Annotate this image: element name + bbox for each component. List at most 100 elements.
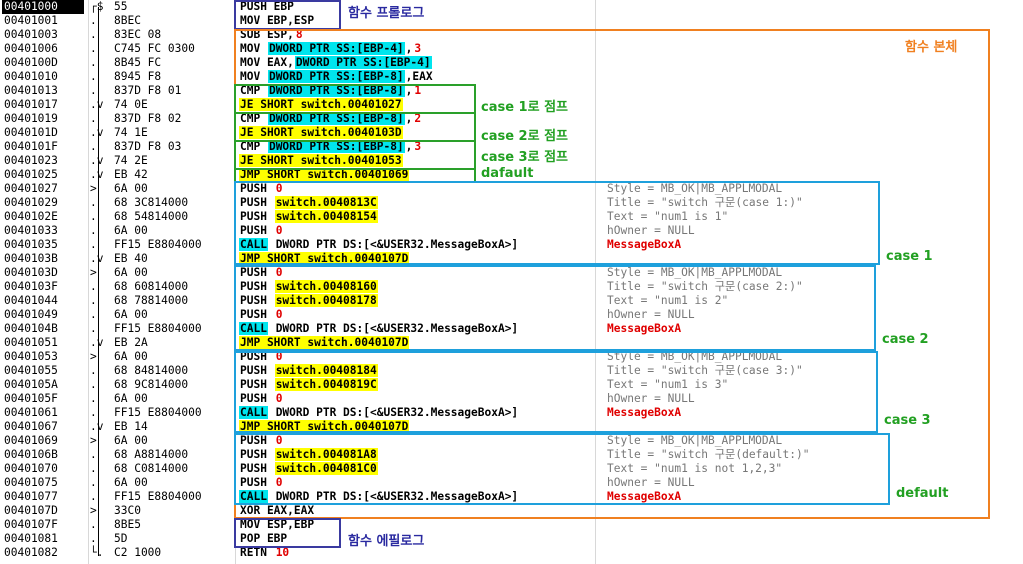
address-cell: 00401044 xyxy=(4,294,58,307)
flow-marker: . xyxy=(90,196,97,209)
address-cell: 00401055 xyxy=(4,364,58,377)
jump-case2-label: case 2로 점프 xyxy=(481,129,569,144)
address-cell: 0040103D xyxy=(4,266,58,279)
disasm-row[interactable]: 00401081. 5D POP EBP xyxy=(0,532,1023,546)
address-cell: 00401070 xyxy=(4,462,58,475)
flow-marker: . xyxy=(90,210,97,223)
hex-dump-cell: FF15 E8804000 xyxy=(114,238,202,251)
address-cell: 00401023 xyxy=(4,154,58,167)
hex-dump-cell: EB 2A xyxy=(114,336,148,349)
flow-marker: . xyxy=(90,28,97,41)
hex-dump-cell: 6A 00 xyxy=(114,392,148,405)
address-cell: 00401081 xyxy=(4,532,58,545)
address-cell: 0040101D xyxy=(4,126,58,139)
jump-case3-label: case 3로 점프 xyxy=(481,150,569,165)
address-cell: 0040100D xyxy=(4,56,58,69)
flow-marker: . xyxy=(90,322,97,335)
hex-dump-cell: 6A 00 xyxy=(114,434,148,447)
hex-dump-cell: 8BE5 xyxy=(114,518,141,531)
flow-marker: ┌$ xyxy=(90,0,104,13)
address-cell: 00401003 xyxy=(4,28,58,41)
disasm-row[interactable]: 00401082 └. C2 1000 RETN 10 xyxy=(0,546,1023,560)
flow-marker: .v xyxy=(90,336,104,349)
hex-dump-cell: 74 1E xyxy=(114,126,148,139)
disasm-row[interactable]: 0040107F. 8BE5 MOV ESP,EBP xyxy=(0,518,1023,532)
flow-marker: . xyxy=(90,364,97,377)
flow-marker: . xyxy=(90,532,97,545)
hex-dump-cell: 8BEC xyxy=(114,14,141,27)
case2-box xyxy=(234,265,876,351)
address-cell: 0040105F xyxy=(4,392,58,405)
address-cell: 00401006 xyxy=(4,42,58,55)
flow-marker: > xyxy=(90,350,97,363)
jump-case2-box xyxy=(234,112,476,142)
hex-dump-cell: 6A 00 xyxy=(114,182,148,195)
jump-default-label: dafault xyxy=(481,166,534,181)
hex-dump-cell: 74 2E xyxy=(114,154,148,167)
flow-marker: . xyxy=(90,294,97,307)
address-cell: 00401027 xyxy=(4,182,58,195)
flow-marker: . xyxy=(90,280,97,293)
flow-marker: └. xyxy=(90,546,104,559)
flow-marker: . xyxy=(90,224,97,237)
case1-label: case 1 xyxy=(886,249,933,264)
address-cell: 00401075 xyxy=(4,476,58,489)
flow-marker: . xyxy=(90,238,97,251)
hex-dump-cell: 6A 00 xyxy=(114,224,148,237)
address-cell: 00401035 xyxy=(4,238,58,251)
flow-marker: . xyxy=(90,14,97,27)
flow-marker: . xyxy=(90,56,97,69)
hex-dump-cell: EB 42 xyxy=(114,168,148,181)
hex-dump-cell: 837D F8 01 xyxy=(114,84,182,97)
flow-marker: . xyxy=(90,112,97,125)
jump-case3-box xyxy=(234,140,476,170)
address-cell: 0040102E xyxy=(4,210,58,223)
hex-dump-cell: 68 84814000 xyxy=(114,364,189,377)
flow-marker: . xyxy=(90,490,97,503)
hex-dump-cell: EB 14 xyxy=(114,420,148,433)
epilogue-label: 함수 에필로그 xyxy=(348,534,425,549)
flow-marker: . xyxy=(90,518,97,531)
flow-marker: > xyxy=(90,434,97,447)
address-cell: 0040105A xyxy=(4,378,58,391)
hex-dump-cell: 5D xyxy=(114,532,128,545)
case3-box xyxy=(234,351,878,433)
disasm-row[interactable]: 00401001. 8BEC MOV EBP,ESP xyxy=(0,14,1023,28)
hex-dump-cell: 33C0 xyxy=(114,504,141,517)
disasm-row[interactable]: 00401000 ┌$ 55 PUSH EBP xyxy=(0,0,1023,14)
address-cell: 0040103F xyxy=(4,280,58,293)
hex-dump-cell: 6A 00 xyxy=(114,476,148,489)
address-cell: 00401069 xyxy=(4,434,58,447)
jump-case1-label: case 1로 점프 xyxy=(481,100,569,115)
hex-dump-cell: 6A 00 xyxy=(114,266,148,279)
flow-marker: .v xyxy=(90,98,104,111)
flow-marker: . xyxy=(90,140,97,153)
flow-marker: . xyxy=(90,476,97,489)
hex-dump-cell: 74 0E xyxy=(114,98,148,111)
hex-dump-cell: 68 3C814000 xyxy=(114,196,189,209)
hex-dump-cell: 55 xyxy=(114,0,128,13)
jump-case1-box xyxy=(234,84,476,114)
flow-marker: . xyxy=(90,42,97,55)
hex-dump-cell: 837D F8 03 xyxy=(114,140,182,153)
hex-dump-cell: 6A 00 xyxy=(114,308,148,321)
function-body-label: 함수 본체 xyxy=(905,40,958,55)
prologue-label: 함수 프롤로그 xyxy=(348,6,425,21)
address-cell: 00401017 xyxy=(4,98,58,111)
hex-dump-cell: 68 C0814000 xyxy=(114,462,189,475)
hex-dump-cell: 837D F8 02 xyxy=(114,112,182,125)
address-cell: 00401001 xyxy=(4,14,58,27)
address-cell: 00401051 xyxy=(4,336,58,349)
address-cell: 00401000 xyxy=(2,0,84,14)
hex-dump-cell: 68 60814000 xyxy=(114,280,189,293)
flow-marker: .v xyxy=(90,126,104,139)
case3-label: case 3 xyxy=(884,413,931,428)
hex-dump-cell: FF15 E8804000 xyxy=(114,322,202,335)
flow-marker: . xyxy=(90,378,97,391)
hex-dump-cell: C2 1000 xyxy=(114,546,162,559)
hex-dump-cell: 68 54814000 xyxy=(114,210,189,223)
address-cell: 00401010 xyxy=(4,70,58,83)
address-cell: 00401013 xyxy=(4,84,58,97)
flow-marker: .v xyxy=(90,168,104,181)
flow-marker: > xyxy=(90,182,97,195)
